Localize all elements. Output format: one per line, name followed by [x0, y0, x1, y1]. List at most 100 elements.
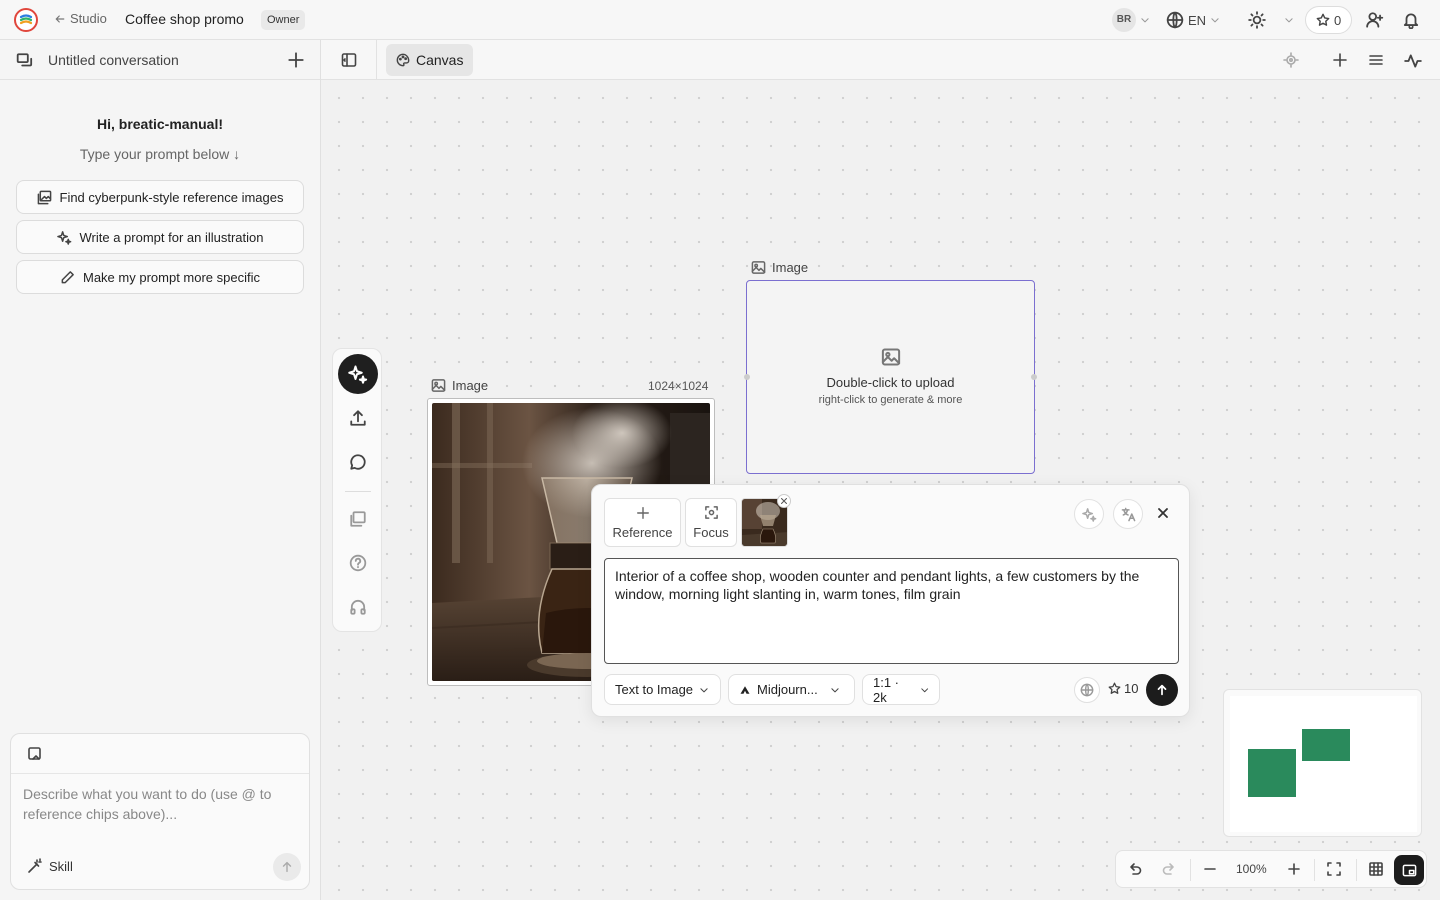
- star-icon: [1108, 682, 1121, 694]
- tab-canvas-label: Canvas: [416, 52, 464, 68]
- suggestion-button[interactable]: Write a prompt for an illustration: [16, 220, 304, 254]
- canvas-toolbar: Canvas: [321, 40, 1440, 80]
- suggestion-label: Find cyberpunk-style reference images: [59, 189, 284, 205]
- globe-icon: [1166, 11, 1184, 29]
- credits-pill[interactable]: 0: [1305, 6, 1353, 34]
- image-node-title: Image: [452, 378, 489, 393]
- palette-icon: [396, 53, 410, 67]
- chat-input[interactable]: [23, 784, 293, 828]
- sparkles-icon: [348, 365, 368, 384]
- zoom-level[interactable]: 100%: [1236, 862, 1267, 876]
- grid-icon[interactable]: [1368, 861, 1384, 877]
- sidebar-toggle-icon[interactable]: [341, 52, 357, 68]
- add-reference-button[interactable]: Reference: [604, 498, 681, 547]
- invite-user-button[interactable]: [1366, 6, 1384, 34]
- project-title[interactable]: Coffee shop promo: [125, 11, 244, 27]
- app-logo[interactable]: [14, 8, 38, 32]
- web-search-toggle[interactable]: [1074, 677, 1100, 703]
- aspect-ratio-label: 1:1 · 2k: [873, 674, 900, 705]
- star-icon: [1316, 13, 1330, 26]
- bell-icon: [1403, 13, 1419, 29]
- help-button[interactable]: [345, 550, 371, 576]
- locate-icon[interactable]: [1283, 52, 1299, 68]
- translate-prompt-button[interactable]: [1113, 499, 1143, 529]
- minimap[interactable]: [1223, 689, 1422, 837]
- user-menu[interactable]: BR: [1112, 6, 1150, 34]
- suggestion-button[interactable]: Make my prompt more specific: [16, 260, 304, 294]
- activity-icon[interactable]: [1404, 52, 1422, 70]
- undo-icon[interactable]: [1127, 861, 1143, 877]
- generation-mode-label: Text to Image: [615, 682, 694, 697]
- close-icon: [781, 498, 787, 504]
- redo-icon[interactable]: [1161, 861, 1177, 877]
- enhance-prompt-button[interactable]: [1074, 499, 1104, 529]
- globe-icon: [1080, 683, 1094, 697]
- chevron-down-icon: [700, 687, 708, 692]
- menu-icon[interactable]: [1368, 52, 1384, 68]
- notifications-button[interactable]: [1402, 6, 1420, 34]
- tab-canvas[interactable]: Canvas: [386, 44, 474, 76]
- generation-cost: 10: [1108, 681, 1138, 696]
- greeting-title: Hi, breatic-manual!: [96, 116, 224, 132]
- chevron-down-icon: [920, 687, 928, 692]
- chat-history-icon[interactable]: [16, 52, 34, 70]
- model-label: Midjourn...: [757, 682, 818, 697]
- chevron-down-icon: [1211, 18, 1219, 23]
- image-placeholder-icon: [881, 348, 901, 366]
- divider: [1314, 859, 1315, 881]
- assets-button[interactable]: [345, 506, 371, 532]
- close-icon[interactable]: [1155, 505, 1171, 521]
- language-label: EN: [1188, 12, 1207, 28]
- avatar: BR: [1112, 8, 1136, 32]
- attach-canvas-icon[interactable]: [27, 746, 43, 762]
- plus-icon[interactable]: [1332, 52, 1348, 68]
- plus-icon[interactable]: [287, 51, 305, 69]
- back-label: Studio: [70, 11, 107, 26]
- ai-assistant-button[interactable]: [338, 354, 378, 394]
- minimap-icon: [1402, 864, 1416, 876]
- fit-screen-icon[interactable]: [1326, 861, 1342, 877]
- magic-wand-icon: [28, 858, 42, 873]
- generate-hint: right-click to generate & more: [818, 394, 963, 406]
- skill-button[interactable]: Skill: [27, 858, 73, 874]
- chevron-down-icon: [1285, 18, 1293, 23]
- zoom-out-icon[interactable]: [1202, 861, 1218, 877]
- chat-bubble-icon: [350, 454, 366, 470]
- suggestion-button[interactable]: Find cyberpunk-style reference images: [16, 180, 304, 214]
- model-select[interactable]: Midjourn...: [728, 674, 855, 705]
- back-to-studio-link[interactable]: Studio: [54, 11, 107, 26]
- arrow-up-icon: [1157, 684, 1167, 696]
- aspect-ratio-select[interactable]: 1:1 · 2k: [862, 674, 940, 705]
- divider: [1190, 859, 1191, 881]
- zoom-in-icon[interactable]: [1286, 861, 1302, 877]
- chat-send-button[interactable]: [273, 853, 301, 881]
- generation-mode-select[interactable]: Text to Image: [604, 674, 721, 705]
- image-search-icon: [37, 190, 51, 204]
- reference-label: Reference: [612, 524, 673, 540]
- chat-composer-toolbar: [11, 734, 309, 774]
- pencil-icon: [61, 270, 74, 283]
- conversation-header: Untitled conversation: [0, 40, 320, 80]
- theme-toggle[interactable]: [1248, 6, 1294, 34]
- support-button[interactable]: [345, 594, 371, 620]
- chat-composer: Skill: [10, 733, 310, 890]
- prompt-input[interactable]: Interior of a coffee shop, wooden counte…: [604, 558, 1179, 664]
- upload-hint: Double-click to upload: [826, 375, 955, 390]
- empty-image-node[interactable]: Double-click to upload right-click to ge…: [744, 280, 1037, 474]
- image-icon: [431, 379, 446, 392]
- generate-button[interactable]: [1146, 674, 1178, 706]
- minimap-node: [1248, 749, 1296, 797]
- user-plus-icon: [1366, 12, 1384, 28]
- cost-value: 10: [1124, 681, 1139, 696]
- arrow-left-icon: [55, 14, 65, 23]
- minimap-toggle[interactable]: [1394, 855, 1424, 885]
- focus-button[interactable]: Focus: [685, 498, 737, 547]
- divider: [1356, 859, 1357, 881]
- midjourney-icon: [740, 685, 750, 694]
- language-select[interactable]: EN: [1166, 6, 1220, 34]
- comment-button[interactable]: [345, 449, 371, 475]
- remove-reference-button[interactable]: [777, 494, 791, 508]
- upload-button[interactable]: [345, 405, 371, 431]
- conversation-title[interactable]: Untitled conversation: [48, 52, 179, 68]
- help-icon: [349, 554, 367, 572]
